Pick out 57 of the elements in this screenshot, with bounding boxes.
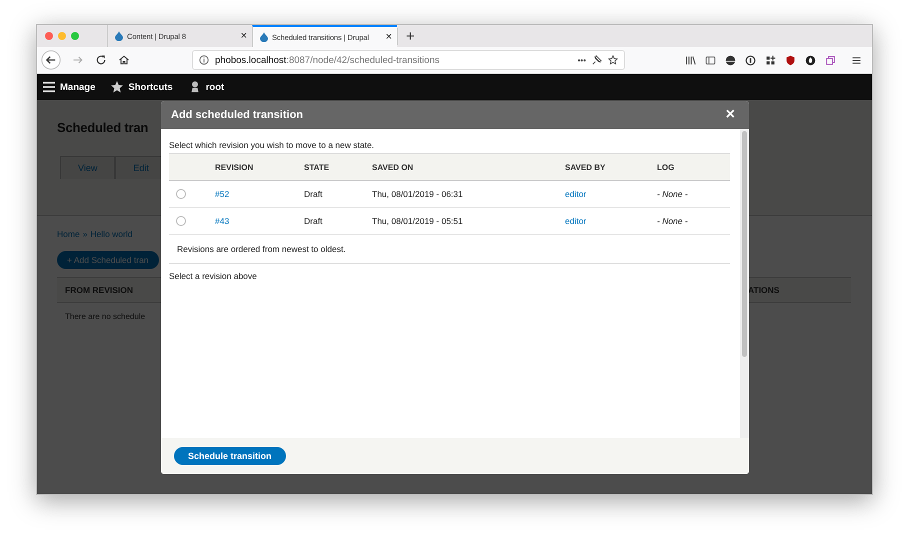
table-cell-text: Draft bbox=[304, 189, 324, 199]
schedule-button[interactable]: Schedule transition bbox=[174, 447, 286, 465]
user-link[interactable]: editor bbox=[565, 216, 657, 226]
new-tab-button[interactable]: + bbox=[397, 28, 423, 44]
column-header: LOG bbox=[657, 162, 676, 172]
shield-icon[interactable] bbox=[785, 54, 796, 66]
table-cell-text: Thu, 08/01/2019 - 05:51 bbox=[372, 216, 464, 226]
scrollbar-thumb[interactable] bbox=[742, 131, 747, 357]
status-text: Select a revision above bbox=[169, 270, 258, 281]
address-field[interactable]: phobos.localhost:8087/node/42/scheduled-transitions ••• bbox=[192, 50, 625, 70]
revision-link[interactable]: #43 bbox=[215, 216, 304, 226]
star-icon[interactable] bbox=[608, 55, 618, 65]
toolbar-item[interactable]: Shortcuts bbox=[111, 81, 173, 93]
sidebar-icon[interactable] bbox=[705, 54, 716, 66]
radio-button[interactable] bbox=[176, 189, 186, 199]
empty-message: There are no schedule bbox=[64, 311, 146, 323]
menu-icon[interactable] bbox=[851, 54, 862, 66]
info-icon bbox=[199, 55, 209, 65]
menu-icon bbox=[43, 81, 55, 93]
close-button[interactable]: × bbox=[722, 106, 739, 124]
reload-icon[interactable] bbox=[95, 54, 107, 66]
windows-icon[interactable] bbox=[825, 54, 836, 66]
table-cell-text: - None - bbox=[657, 189, 689, 199]
library-icon[interactable] bbox=[685, 54, 696, 66]
radio-button[interactable] bbox=[176, 216, 186, 226]
home-icon[interactable] bbox=[118, 54, 130, 66]
dialog-title: Add scheduled transition bbox=[171, 109, 304, 121]
revision-link[interactable]: #52 bbox=[215, 189, 304, 199]
column-header: FROM REVISION bbox=[65, 285, 134, 295]
scrollbar[interactable] bbox=[740, 129, 749, 438]
instruction-text: Select which revision you wish to move to a new state. bbox=[169, 140, 376, 150]
table-cell-text: Draft bbox=[304, 216, 324, 226]
column-header: SAVED BY bbox=[565, 162, 606, 172]
toolbar-item[interactable]: root bbox=[188, 81, 224, 93]
toolbar-item[interactable]: Manage bbox=[43, 81, 96, 93]
drop-icon bbox=[260, 32, 268, 42]
close-tab-button[interactable]: × bbox=[386, 31, 392, 43]
user-link[interactable]: editor bbox=[565, 189, 657, 199]
url-text: phobos.localhost:8087/node/42/scheduled-transitions bbox=[215, 54, 440, 66]
person-icon bbox=[188, 81, 201, 93]
page-title: Scheduled tran bbox=[57, 120, 150, 135]
drop-icon bbox=[115, 31, 123, 41]
column-header: STATE bbox=[304, 162, 330, 172]
table-cell-text: Thu, 08/01/2019 - 06:31 bbox=[372, 189, 464, 199]
star-icon bbox=[111, 81, 124, 93]
table-note: Revisions are ordered from newest to oldest. bbox=[177, 244, 346, 254]
column-header: ATIONS bbox=[748, 285, 780, 295]
back-icon[interactable] bbox=[41, 50, 61, 70]
page-actions-button[interactable]: ••• bbox=[578, 56, 586, 64]
flame-icon[interactable] bbox=[805, 54, 816, 66]
column-header: REVISION bbox=[215, 162, 254, 172]
table-cell-text: - None - bbox=[657, 216, 689, 226]
grid-icon[interactable] bbox=[765, 54, 776, 66]
column-header: SAVED ON bbox=[372, 162, 414, 172]
info-icon[interactable] bbox=[745, 54, 756, 66]
breadcrumb-separator: » bbox=[82, 229, 88, 239]
close-tab-button[interactable]: × bbox=[240, 30, 247, 42]
